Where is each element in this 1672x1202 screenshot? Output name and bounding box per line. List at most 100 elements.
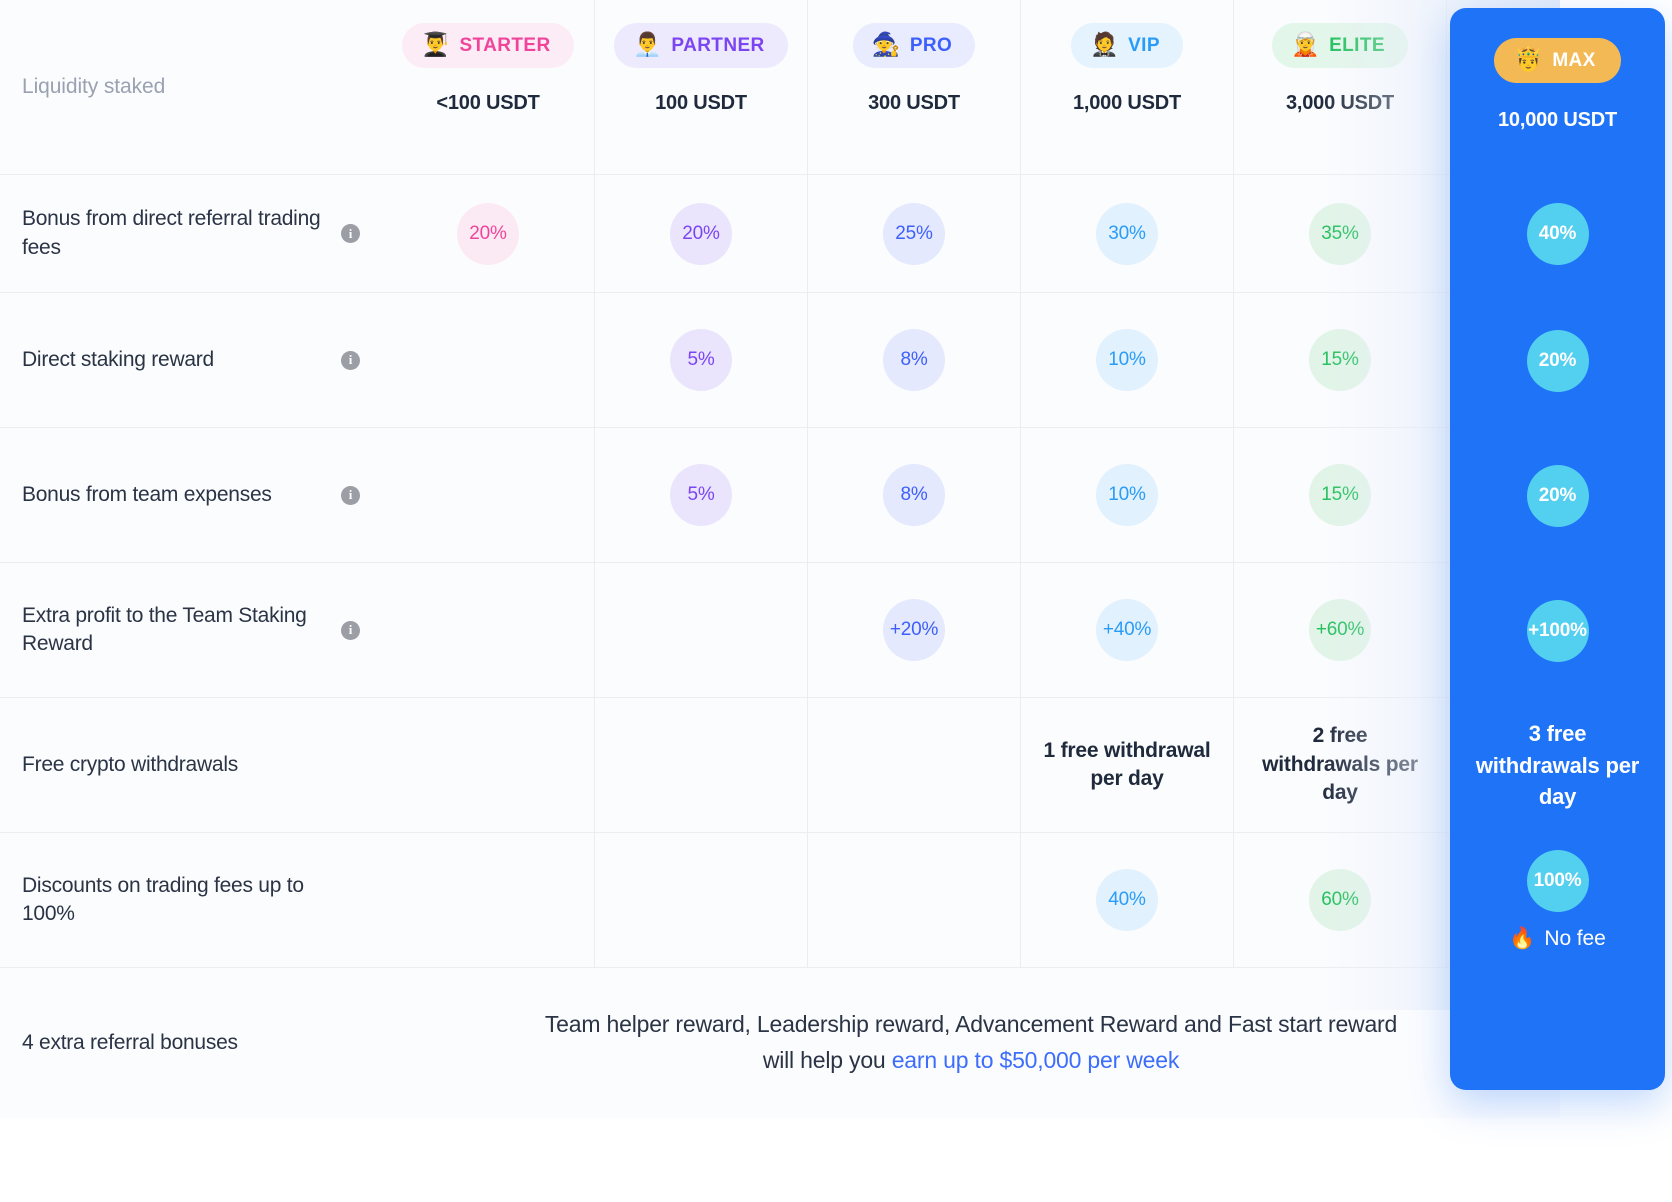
max-cell-trading-fee-discounts: 100% 🔥 No fee — [1450, 833, 1665, 968]
fire-emoji: 🔥 — [1509, 926, 1536, 950]
max-value-bubble: 20% — [1526, 464, 1589, 527]
row-label-text: Direct staking reward — [22, 347, 214, 371]
tier-badge-partner[interactable]: 👨‍💼 PARTNER — [614, 23, 788, 68]
cell-extra-profit-team-staking-elite: +60% — [1234, 563, 1447, 698]
value-bubble: 20% — [670, 202, 732, 265]
tier-badge-elite[interactable]: 🧝 ELITE — [1272, 23, 1408, 68]
max-cell-team-expenses-bonus: 20% — [1450, 428, 1665, 563]
value-bubble: 15% — [1309, 464, 1371, 526]
max-value-text: 3 free withdrawals per day — [1475, 720, 1640, 810]
value-bubble: +20% — [883, 599, 945, 661]
earnings-link[interactable]: earn up to $50,000 per week — [892, 1047, 1180, 1073]
tier-header-max[interactable]: 🤴 MAX 10,000 USDT — [1494, 8, 1621, 175]
cell-trading-fee-discounts-elite: 60% — [1234, 833, 1447, 968]
row-label-text: Extra profit to the Team Staking Reward — [22, 603, 307, 655]
max-cell-referral-trading-fees: 40% — [1450, 175, 1665, 293]
tier-stake-max: 10,000 USDT — [1498, 109, 1617, 131]
comparison-table: Liquidity staked 👨‍🎓 STARTER <100 USDT 👨… — [0, 0, 1560, 1118]
cell-extra-profit-team-staking-pro: +20% — [808, 563, 1021, 698]
prince-emoji: 🤴 — [1514, 47, 1544, 73]
max-cell-free-crypto-withdrawals: 3 free withdrawals per day — [1450, 698, 1665, 833]
cell-direct-staking-reward-vip: 10% — [1021, 293, 1234, 428]
tier-column-max[interactable]: 🤴 MAX 10,000 USDT 40% 20% 20% +100% 3 free w… — [1450, 8, 1665, 1090]
tier-stake-elite: 3,000 USDT — [1285, 92, 1395, 114]
max-no-fee-note: 🔥 No fee — [1509, 926, 1605, 951]
value-bubble: +60% — [1309, 599, 1371, 661]
value-bubble: +40% — [1096, 599, 1158, 661]
value-bubble: 5% — [670, 464, 732, 526]
footer-row-label-text: 4 extra referral bonuses — [22, 1030, 238, 1054]
tier-badge-label-elite: ELITE — [1329, 35, 1385, 56]
tier-stake-vip: 1,000 USDT — [1072, 92, 1182, 114]
cell-referral-trading-fees-starter: 20% — [382, 175, 595, 293]
tier-badge-label-starter: STARTER — [459, 35, 551, 56]
max-value-bubble: +100% — [1526, 599, 1589, 662]
cell-referral-trading-fees-elite: 35% — [1234, 175, 1447, 293]
max-cell-direct-staking-reward: 20% — [1450, 293, 1665, 428]
cell-extra-profit-team-staking-vip: +40% — [1021, 563, 1234, 698]
tier-badge-vip[interactable]: 🤵 VIP — [1071, 23, 1183, 68]
elf-emoji: 🧝 — [1291, 32, 1321, 58]
mage-emoji: 🧙 — [871, 32, 901, 58]
tier-badge-pro[interactable]: 🧙 PRO — [852, 23, 976, 68]
cell-free-crypto-withdrawals-partner — [595, 698, 808, 833]
info-icon[interactable]: i — [341, 620, 360, 640]
footer-banner: Team helper reward, Leadership reward, A… — [382, 968, 1560, 1118]
tier-header-starter[interactable]: 👨‍🎓 STARTER <100 USDT — [382, 0, 595, 175]
value-bubble: 30% — [1096, 202, 1158, 265]
cell-team-expenses-bonus-partner: 5% — [595, 428, 808, 563]
tier-stake-starter: <100 USDT — [436, 92, 540, 114]
cell-team-expenses-bonus-pro: 8% — [808, 428, 1021, 563]
value-bubble: 15% — [1309, 329, 1371, 391]
info-icon[interactable]: i — [341, 224, 360, 243]
max-value-bubble: 100% — [1526, 850, 1589, 912]
cell-trading-fee-discounts-starter — [382, 833, 595, 968]
value-text: 2 free withdrawals per day — [1262, 724, 1418, 805]
tier-badge-starter[interactable]: 👨‍🎓 STARTER — [402, 23, 574, 68]
value-bubble: 60% — [1309, 869, 1371, 931]
tier-header-elite[interactable]: 🧝 ELITE 3,000 USDT — [1234, 0, 1447, 175]
value-bubble: 25% — [883, 202, 945, 265]
footer-banner-line-2: will help you earn up to $50,000 per wee… — [762, 1043, 1180, 1079]
row-label-trading-fee-discounts: Discounts on trading fees up to 100%i — [0, 833, 382, 968]
footer-banner-prefix: will help you — [762, 1047, 892, 1073]
cell-direct-staking-reward-pro: 8% — [808, 293, 1021, 428]
row-label-referral-trading-fees: Bonus from direct referral trading fees i — [0, 175, 382, 293]
tier-header-pro[interactable]: 🧙 PRO 300 USDT — [808, 0, 1021, 175]
cell-team-expenses-bonus-starter — [382, 428, 595, 563]
cell-direct-staking-reward-partner: 5% — [595, 293, 808, 428]
tier-badge-label-vip: VIP — [1128, 35, 1160, 56]
cell-team-expenses-bonus-vip: 10% — [1021, 428, 1234, 563]
man-student-emoji: 👨‍🎓 — [421, 32, 451, 58]
liquidity-staked-label: Liquidity staked — [22, 75, 166, 98]
cell-direct-staking-reward-elite: 15% — [1234, 293, 1447, 428]
value-bubble: 10% — [1096, 329, 1158, 391]
man-office-worker-emoji: 👨‍💼 — [633, 32, 663, 58]
value-text: 1 free withdrawal per day — [1043, 738, 1211, 790]
row-label-text: Bonus from team expenses — [22, 482, 272, 506]
cell-team-expenses-bonus-elite: 15% — [1234, 428, 1447, 563]
tier-badge-max[interactable]: 🤴 MAX — [1494, 38, 1621, 83]
liquidity-staked-header: Liquidity staked — [0, 0, 382, 175]
tier-header-partner[interactable]: 👨‍💼 PARTNER 100 USDT — [595, 0, 808, 175]
row-label-text: Bonus from direct referral trading fees — [22, 207, 321, 259]
tier-header-vip[interactable]: 🤵 VIP 1,000 USDT — [1021, 0, 1234, 175]
info-icon[interactable]: i — [341, 485, 360, 505]
tier-stake-partner: 100 USDT — [655, 92, 747, 114]
cell-referral-trading-fees-pro: 25% — [808, 175, 1021, 293]
footer-row-label: 4 extra referral bonuses — [0, 968, 382, 1118]
cell-free-crypto-withdrawals-elite: 2 free withdrawals per day — [1234, 698, 1447, 833]
row-label-free-crypto-withdrawals: Free crypto withdrawalsi — [0, 698, 382, 833]
tier-badge-label-partner: PARTNER — [671, 35, 765, 56]
footer-banner-line-1: Team helper reward, Leadership reward, A… — [544, 1011, 1398, 1038]
max-cell-extra-profit-team-staking: +100% — [1450, 563, 1665, 698]
max-no-fee-label: No fee — [1544, 926, 1606, 950]
cell-extra-profit-team-staking-starter — [382, 563, 595, 698]
pricing-tier-comparison-table: Liquidity staked 👨‍🎓 STARTER <100 USDT 👨… — [0, 0, 1672, 1202]
value-bubble: 10% — [1096, 464, 1158, 526]
tier-stake-pro: 300 USDT — [868, 92, 960, 114]
value-bubble: 35% — [1309, 202, 1371, 265]
max-value-bubble: 20% — [1526, 329, 1589, 392]
tier-badge-label-max: MAX — [1552, 50, 1596, 71]
info-icon[interactable]: i — [341, 350, 360, 370]
